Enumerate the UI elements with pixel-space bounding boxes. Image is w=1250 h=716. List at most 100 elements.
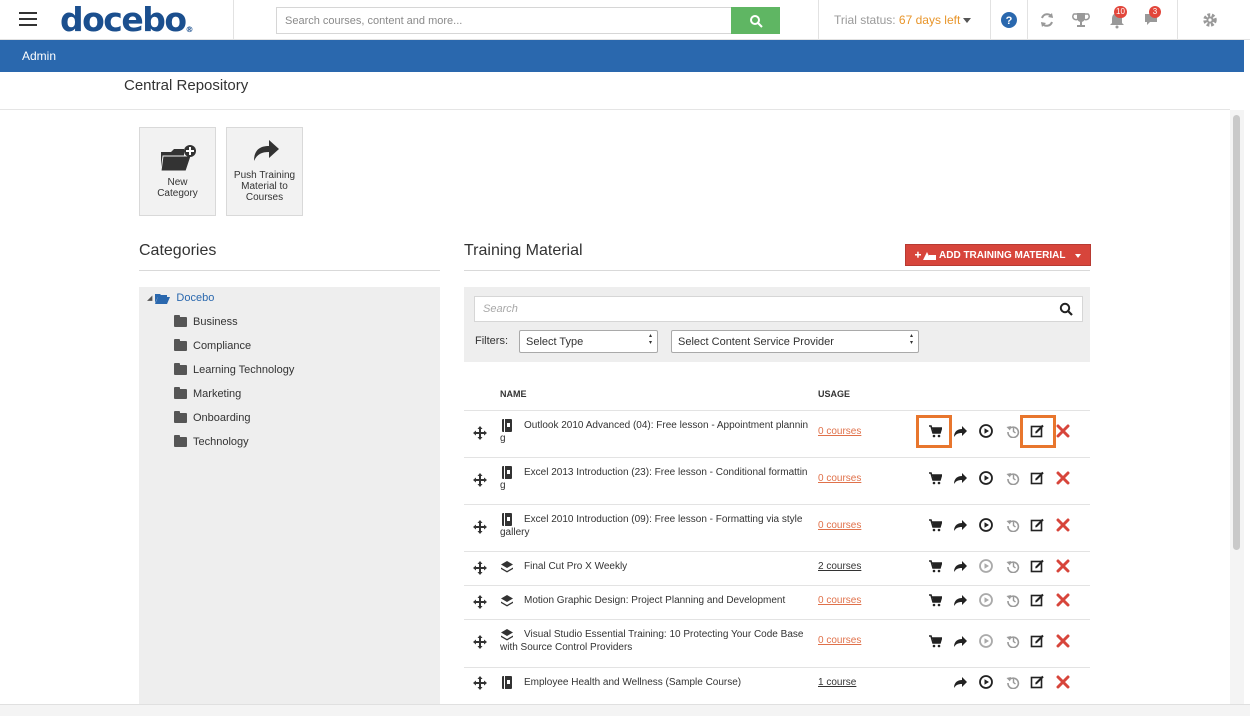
history-icon[interactable] [1006,518,1020,532]
trial-label: Trial status: [834,13,896,27]
drag-handle-icon[interactable] [473,676,487,690]
edit-icon[interactable] [1030,593,1044,607]
usage-link[interactable]: 0 courses [818,595,861,606]
play-icon[interactable] [979,518,993,532]
share-icon[interactable] [953,593,967,607]
edit-icon[interactable] [1030,559,1044,573]
tree-item-learning-technology[interactable]: Learning Technology [174,363,294,376]
drag-handle-icon[interactable] [473,473,487,487]
play-icon[interactable] [979,675,993,689]
tree-item-label: Onboarding [193,412,251,424]
table-row: Excel 2010 Introduction (09): Free lesso… [464,504,1090,551]
chevron-down-icon[interactable] [1075,254,1081,258]
play-icon[interactable] [979,471,993,485]
play-icon[interactable] [979,559,993,573]
tile-label: Push Training Material to Courses [233,170,296,203]
training-search-input[interactable]: Search [474,296,1083,322]
delete-icon[interactable] [1056,559,1070,573]
play-icon[interactable] [979,424,993,438]
history-icon[interactable] [1006,675,1020,689]
material-name[interactable]: Outlook 2010 Advanced (04): Free lesson … [500,419,810,445]
history-icon[interactable] [1006,424,1020,438]
share-icon[interactable] [953,424,967,438]
scrollbar-thumb[interactable] [1233,115,1240,550]
history-icon[interactable] [1006,471,1020,485]
cart-icon[interactable] [928,634,942,648]
delete-icon[interactable] [1056,518,1070,532]
table-row: Employee Health and Wellness (Sample Cou… [464,667,1090,704]
divider [1177,0,1178,40]
edit-icon[interactable] [1030,471,1044,485]
tree-item-business[interactable]: Business [174,315,238,328]
divider [139,270,440,271]
material-name[interactable]: Motion Graphic Design: Project Planning … [500,594,810,607]
edit-icon[interactable] [1030,634,1044,648]
material-name[interactable]: Employee Health and Wellness (Sample Cou… [500,676,810,689]
usage-link[interactable]: 0 courses [818,426,861,437]
cart-icon[interactable] [928,471,942,485]
share-icon[interactable] [953,518,967,532]
edit-icon[interactable] [1030,675,1044,689]
drag-handle-icon[interactable] [473,635,487,649]
share-icon[interactable] [953,634,967,648]
history-icon[interactable] [1006,559,1020,573]
history-icon[interactable] [1006,634,1020,648]
tree-item-marketing[interactable]: Marketing [174,387,242,400]
material-name[interactable]: Visual Studio Essential Training: 10 Pro… [500,628,810,654]
search-icon[interactable] [1059,302,1073,316]
edit-icon[interactable] [1030,518,1044,532]
delete-icon[interactable] [1056,424,1070,438]
global-search-placeholder: Search courses, content and more... [285,15,463,27]
global-search-input[interactable]: Search courses, content and more... [276,7,732,34]
usage-link[interactable]: 2 courses [818,561,861,572]
expand-triangle-icon[interactable]: ◢ [147,294,152,302]
cart-icon[interactable] [928,593,942,607]
usage-link[interactable]: 0 courses [818,520,861,531]
share-icon[interactable] [953,471,967,485]
select-type-dropdown[interactable]: Select Type [519,330,658,353]
drag-handle-icon[interactable] [473,561,487,575]
drag-handle-icon[interactable] [473,595,487,609]
tree-item-label: Marketing [193,388,242,400]
play-icon[interactable] [979,593,993,607]
usage-link[interactable]: 0 courses [818,473,861,484]
admin-label[interactable]: Admin [22,49,56,63]
drag-handle-icon[interactable] [473,426,487,440]
drag-handle-icon[interactable] [473,520,487,534]
trial-status[interactable]: Trial status: 67 days left [834,13,960,27]
history-icon[interactable] [1006,593,1020,607]
play-icon[interactable] [979,634,993,648]
global-search-button[interactable] [731,7,780,34]
add-training-material-button[interactable]: ADD TRAINING MATERIAL [905,244,1091,266]
tree-item-technology[interactable]: Technology [174,435,249,448]
table-row: Visual Studio Essential Training: 10 Pro… [464,619,1090,667]
push-material-tile[interactable]: Push Training Material to Courses [226,127,303,216]
delete-icon[interactable] [1056,593,1070,607]
tree-root-docebo[interactable]: ◢ Docebo [147,292,214,304]
chevron-down-icon[interactable] [963,18,971,23]
select-provider-dropdown[interactable]: Select Content Service Provider [671,330,919,353]
trophy-icon[interactable] [1072,11,1090,29]
share-icon[interactable] [953,675,967,689]
material-name[interactable]: Excel 2010 Introduction (09): Free lesso… [500,513,810,539]
new-category-tile[interactable]: New Category [139,127,216,216]
tree-item-compliance[interactable]: Compliance [174,339,251,352]
help-icon[interactable]: ? [1000,11,1018,29]
delete-icon[interactable] [1056,634,1070,648]
tree-item-onboarding[interactable]: Onboarding [174,411,251,424]
scrollbar[interactable] [1230,110,1244,704]
usage-link[interactable]: 0 courses [818,635,861,646]
cart-icon[interactable] [928,518,942,532]
gear-icon[interactable] [1201,11,1219,29]
menu-icon[interactable] [19,12,37,28]
material-name[interactable]: Excel 2013 Introduction (23): Free lesso… [500,466,810,492]
usage-link[interactable]: 1 course [818,677,856,688]
logo[interactable]: docebo® [60,1,194,39]
sync-icon[interactable] [1038,11,1056,29]
delete-icon[interactable] [1056,471,1070,485]
material-name[interactable]: Final Cut Pro X Weekly [500,560,810,573]
cart-icon[interactable] [928,559,942,573]
share-icon[interactable] [953,559,967,573]
column-header-name[interactable]: NAME [500,389,527,399]
delete-icon[interactable] [1056,675,1070,689]
